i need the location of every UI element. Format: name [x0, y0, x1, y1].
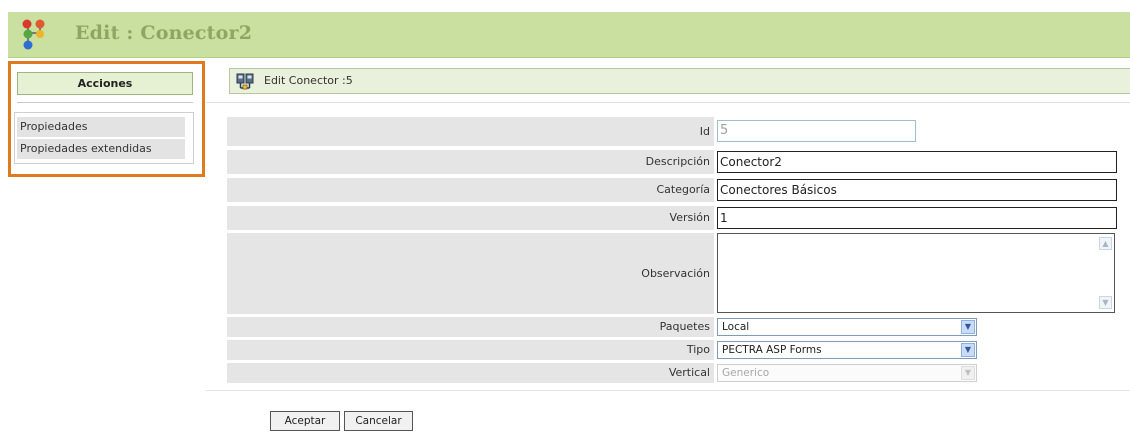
descripcion-label: Descripción	[645, 155, 710, 168]
chevron-down-icon[interactable]: ▼	[961, 343, 975, 357]
version-field[interactable]: 1	[717, 207, 1117, 229]
panel-divider	[206, 102, 1130, 103]
form-row-tipo: Tipo PECTRA ASP Forms ▼	[227, 340, 1130, 360]
scroll-down-icon[interactable]: ▼	[1099, 296, 1112, 309]
panel-title: Edit Conector :5	[264, 74, 353, 87]
observacion-textarea[interactable]: ▲ ▼	[717, 233, 1115, 313]
id-label: Id	[699, 125, 710, 138]
tipo-select[interactable]: PECTRA ASP Forms ▼	[717, 341, 977, 359]
categoria-field[interactable]: Conectores Básicos	[717, 179, 1117, 201]
chevron-down-icon[interactable]: ▼	[961, 320, 975, 334]
app-logo-icon	[22, 19, 45, 50]
page-title: Edit : Conector2	[75, 22, 253, 44]
form-row-vertical: Vertical Generico ▼	[227, 363, 1130, 383]
form-row-observacion: Observación ▲ ▼	[227, 233, 1130, 314]
tipo-value: PECTRA ASP Forms	[722, 344, 822, 356]
tipo-label: Tipo	[686, 343, 710, 356]
id-field: 5	[717, 120, 916, 142]
sidebar-item-propiedades[interactable]: Propiedades	[17, 117, 185, 137]
header-bar: Edit : Conector2	[8, 12, 1130, 58]
scroll-up-icon[interactable]: ▲	[1099, 237, 1112, 250]
form-row-paquetes: Paquetes Local ▼	[227, 317, 1130, 337]
form-row-id: Id 5	[227, 117, 1130, 146]
cancel-button[interactable]: Cancelar	[344, 411, 413, 431]
form-row-categoria: Categoría Conectores Básicos	[227, 178, 1130, 202]
form-row-version: Versión 1	[227, 206, 1130, 230]
actions-sidebar: Acciones Propiedades Propiedades extendi…	[8, 61, 205, 177]
vertical-label: Vertical	[668, 366, 710, 379]
sidebar-item-propiedades-extendidas[interactable]: Propiedades extendidas	[17, 139, 185, 159]
form-divider	[206, 390, 1130, 391]
paquetes-select[interactable]: Local ▼	[717, 318, 977, 336]
descripcion-field[interactable]: Conector2	[717, 151, 1117, 173]
paquetes-label: Paquetes	[659, 320, 710, 333]
panel-title-bar: Edit Conector :5	[229, 68, 1130, 94]
vertical-select: Generico ▼	[717, 364, 977, 382]
vertical-value: Generico	[722, 367, 770, 379]
sidebar-divider	[17, 102, 193, 103]
paquetes-value: Local	[722, 321, 750, 333]
connector-icon	[236, 73, 254, 90]
accept-button[interactable]: Aceptar	[270, 411, 340, 431]
form-row-descripcion: Descripción Conector2	[227, 150, 1130, 174]
sidebar-heading: Acciones	[17, 72, 193, 95]
chevron-down-icon: ▼	[961, 366, 975, 380]
version-label: Versión	[669, 211, 710, 224]
categoria-label: Categoría	[656, 183, 710, 196]
observacion-label: Observación	[641, 267, 710, 280]
